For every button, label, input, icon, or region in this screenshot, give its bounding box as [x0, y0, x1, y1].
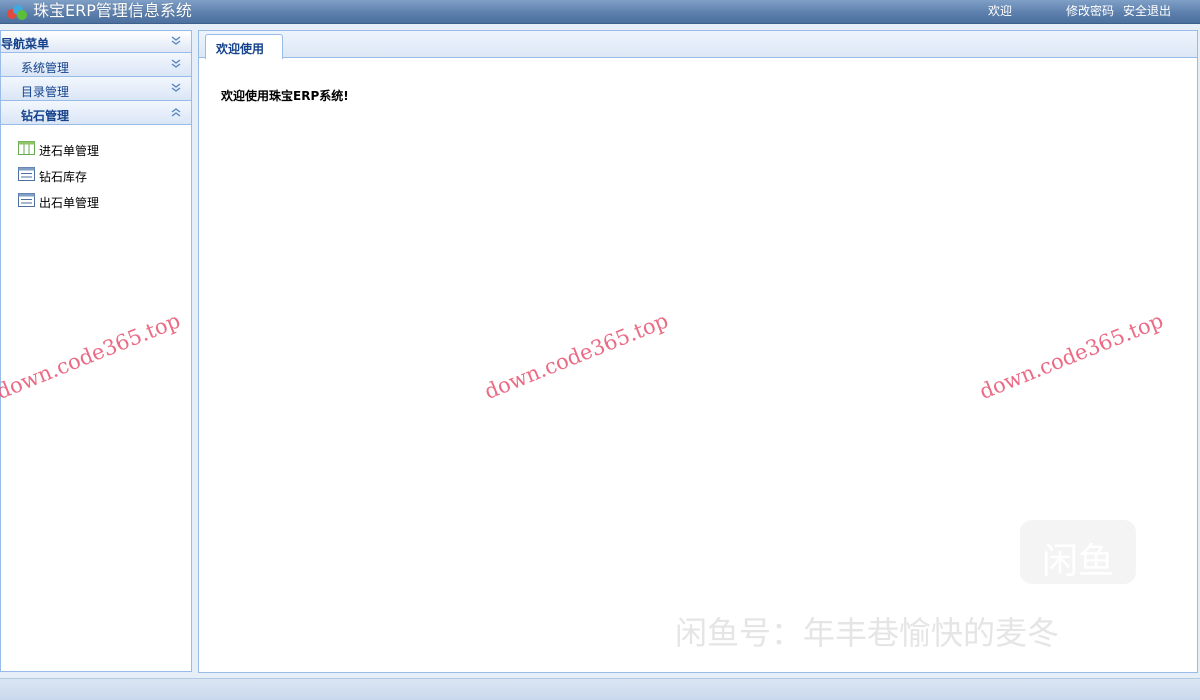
chevron-double-down-icon	[171, 59, 181, 68]
top-header: 珠宝ERP管理信息系统 欢迎 修改密码 安全退出	[0, 0, 1200, 24]
menu-item-label: 进石单管理	[39, 144, 100, 158]
section-diamond-management[interactable]: 钻石管理	[1, 101, 191, 125]
table-icon	[18, 141, 35, 155]
main-panel: 欢迎使用 欢迎使用珠宝ERP系统!	[198, 30, 1198, 673]
section-label: 钻石管理	[21, 109, 70, 123]
form-icon	[18, 167, 35, 181]
change-password-link[interactable]: 修改密码	[1066, 4, 1114, 18]
app-title: 珠宝ERP管理信息系统	[33, 1, 192, 20]
tab-label: 欢迎使用	[216, 42, 265, 56]
menu-item-stone-out[interactable]: 出石单管理	[1, 191, 191, 217]
tab-bar: 欢迎使用	[199, 31, 1197, 59]
form-icon	[18, 193, 35, 207]
nav-menu-title: 导航菜单	[1, 37, 50, 51]
menu-item-stone-in[interactable]: 进石单管理	[1, 139, 191, 165]
menu-item-label: 出石单管理	[39, 196, 100, 210]
logout-link[interactable]: 安全退出	[1123, 4, 1171, 18]
section-label: 目录管理	[21, 85, 70, 99]
collapse-panel-icon[interactable]	[169, 34, 183, 48]
nav-menu-header[interactable]: 导航菜单	[1, 31, 191, 53]
welcome-message: 欢迎使用珠宝ERP系统!	[221, 89, 349, 103]
section-catalog-management[interactable]: 目录管理	[1, 77, 191, 101]
app-logo-icon	[7, 5, 27, 20]
welcome-text: 欢迎	[988, 4, 1013, 18]
chevron-double-up-icon	[171, 108, 181, 117]
section-system-management[interactable]: 系统管理	[1, 53, 191, 77]
bottom-status-bar	[0, 678, 1200, 700]
menu-item-diamond-stock[interactable]: 钻石库存	[1, 165, 191, 191]
tab-welcome[interactable]: 欢迎使用	[205, 34, 283, 59]
section-label: 系统管理	[21, 61, 70, 75]
chevron-double-down-icon	[171, 83, 181, 92]
diamond-menu-list: 进石单管理 钻石库存 出石单管理	[1, 125, 191, 217]
menu-item-label: 钻石库存	[39, 170, 88, 184]
sidebar-nav: 导航菜单 系统管理 目录管理 钻石管理 进石单管理 钻石库存 出石单管理	[0, 30, 192, 672]
